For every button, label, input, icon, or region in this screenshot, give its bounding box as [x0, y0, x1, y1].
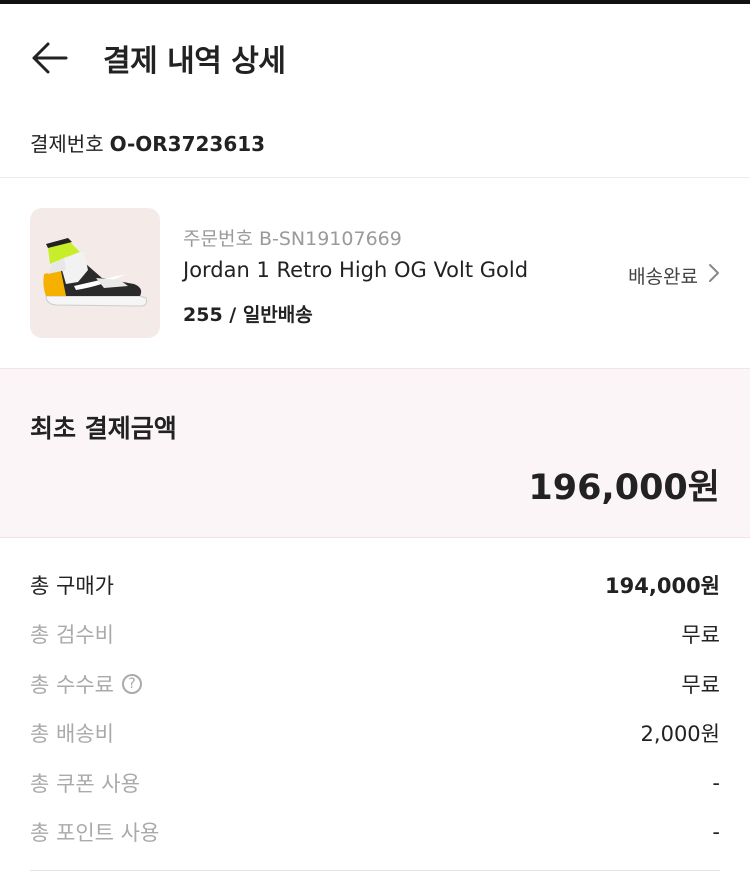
- breakdown-row-shipping-fee: 총 배송비 2,000원: [30, 709, 720, 759]
- back-button[interactable]: [28, 36, 72, 80]
- breakdown-value: 무료: [681, 623, 720, 648]
- payment-number-value: O-OR3723613: [109, 132, 266, 156]
- header: 결제 내역 상세: [0, 4, 750, 108]
- breakdown-row-coupon: 총 쿠폰 사용 -: [30, 758, 720, 808]
- payment-number-label: 결제번호: [30, 132, 104, 156]
- chevron-right-icon: [708, 263, 720, 288]
- initial-payment-summary: 최초 결제금액 196,000원: [0, 368, 750, 538]
- breakdown-label: 총 검수비: [30, 623, 114, 648]
- order-number-value: B-SN19107669: [258, 228, 402, 250]
- breakdown-label: 총 쿠폰 사용: [30, 771, 140, 796]
- payment-breakdown: 총 구매가 194,000원 총 검수비 무료 총 수수료 ? 무료 총 배송비…: [30, 560, 720, 857]
- initial-payment-label: 최초 결제금액: [30, 414, 177, 443]
- divider: [30, 870, 720, 871]
- breakdown-label: 총 구매가: [30, 573, 114, 598]
- breakdown-label: 총 배송비: [30, 722, 114, 747]
- breakdown-row-inspection-fee: 총 검수비 무료: [30, 610, 720, 660]
- breakdown-value: 194,000원: [605, 573, 720, 598]
- breakdown-label: 총 포인트 사용: [30, 821, 160, 846]
- payment-number: 결제번호 O-OR3723613: [30, 128, 265, 157]
- breakdown-row-purchase-price: 총 구매가 194,000원: [30, 560, 720, 610]
- product-thumbnail[interactable]: [30, 208, 160, 338]
- breakdown-value: 2,000원: [640, 722, 720, 747]
- breakdown-label: 총 수수료: [30, 672, 114, 697]
- order-number: 주문번호 B-SN19107669: [183, 224, 402, 251]
- order-item[interactable]: 주문번호 B-SN19107669 Jordan 1 Retro High OG…: [0, 178, 750, 368]
- breakdown-row-commission: 총 수수료 ? 무료: [30, 659, 720, 709]
- product-name[interactable]: Jordan 1 Retro High OG Volt Gold: [183, 258, 528, 282]
- initial-payment-amount: 196,000원: [528, 468, 720, 508]
- product-option: 255 / 일반배송: [183, 304, 313, 326]
- breakdown-value: 무료: [681, 672, 720, 697]
- breakdown-label-wrap: 총 수수료 ?: [30, 669, 142, 699]
- order-number-label: 주문번호: [183, 228, 253, 250]
- delivery-status-label: 배송완료: [628, 266, 698, 288]
- sneaker-icon: [43, 238, 147, 307]
- help-icon[interactable]: ?: [121, 673, 142, 694]
- breakdown-row-points: 총 포인트 사용 -: [30, 808, 720, 858]
- delivery-status-link[interactable]: 배송완료: [628, 262, 720, 289]
- breakdown-value: -: [712, 820, 720, 845]
- page-title: 결제 내역 상세: [103, 44, 286, 79]
- breakdown-value: -: [712, 770, 720, 795]
- arrow-left-icon: [32, 42, 68, 74]
